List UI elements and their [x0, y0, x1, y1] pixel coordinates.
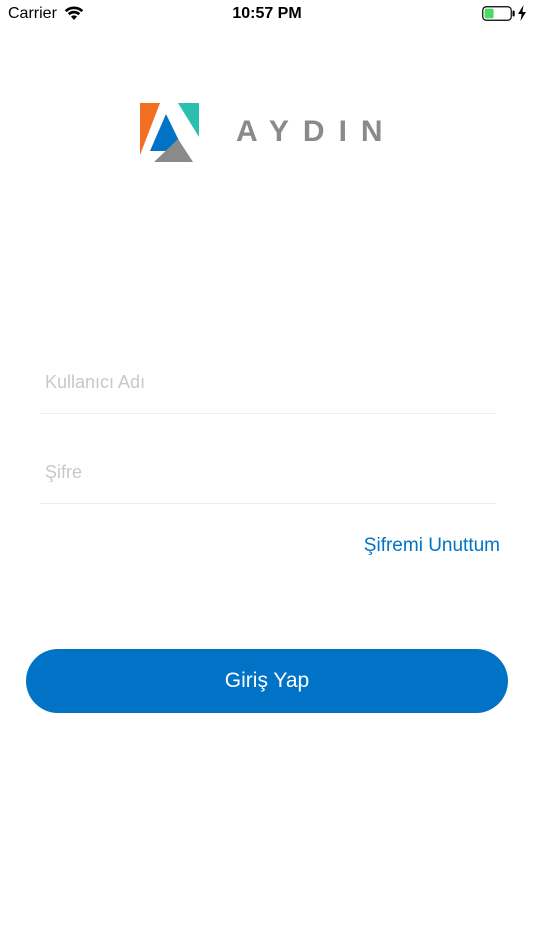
aydin-logo-mark — [140, 103, 199, 162]
password-field — [40, 443, 496, 504]
username-input[interactable] — [45, 353, 490, 411]
forgot-password-link[interactable]: Şifremi Unuttum — [364, 535, 500, 557]
battery-icon — [482, 6, 515, 21]
brand-name: AYDIN — [236, 115, 397, 148]
charging-bolt-icon — [518, 5, 526, 21]
password-input[interactable] — [45, 443, 490, 501]
username-field — [40, 353, 496, 414]
login-button[interactable]: Giriş Yap — [26, 649, 508, 713]
status-time: 10:57 PM — [232, 5, 302, 22]
login-screen: Carrier 10:57 PM AYDIN Şifremi Unuttum G… — [0, 0, 534, 950]
status-bar: Carrier 10:57 PM — [0, 0, 534, 28]
